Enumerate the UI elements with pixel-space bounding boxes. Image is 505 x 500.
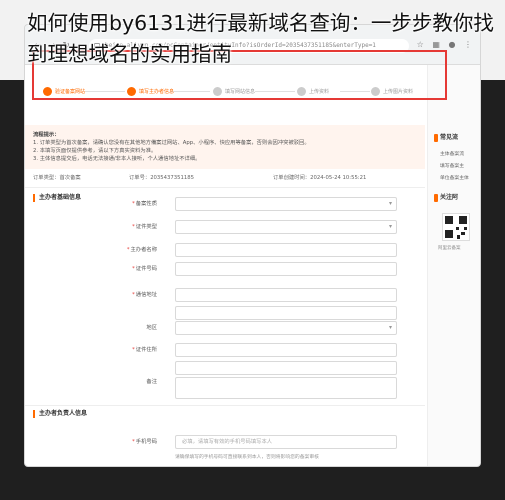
right-sidebar: 常见流 主体备案流 填写备案主 单位备案主体 关注阿 阿里云备案 [427,65,480,466]
notice-title: 流程提示： [33,132,60,138]
faq-link[interactable]: 主体备案流 [440,151,464,159]
filing-nature-select[interactable] [175,197,397,211]
cert-address-detail-input[interactable] [175,361,397,375]
divider [25,405,425,406]
sponsor-name-input[interactable] [175,243,397,257]
faq-link[interactable]: 填写备案主 [440,163,464,171]
profile-icon[interactable]: ● [448,40,455,49]
star-icon[interactable]: ☆ [417,40,424,49]
address-bar-text: beian.aliyun.com/pcContainer/entityInfo?… [105,42,376,49]
order-type: 订单类型：首次备案 [33,175,81,181]
form-label: *证件号码 [132,266,157,272]
lock-icon [94,43,100,49]
address-input[interactable] [175,288,397,302]
remark-textarea[interactable] [175,377,397,399]
highlight-box [32,50,447,100]
form-label: *备案性质 [132,201,157,207]
form-label: 备注 [146,379,157,385]
notice-line: 2. 本填写页面仅提供参考，请以下方真实资料为准。 [33,148,157,154]
form-label: *通信地址 [132,292,157,298]
phone-input[interactable]: 必填，请填写有效的手机号码填写本人 [175,435,397,449]
order-info: 订单类型：首次备案 订单号：2035437351185 订单创建时间：2024-… [25,171,425,185]
form-label: *证件类型 [132,224,157,230]
cert-address-input[interactable] [175,343,397,357]
follow-title: 关注阿 [433,194,459,202]
qr-code-image [442,213,470,241]
extensions-icon[interactable]: ▦ [432,40,440,49]
cert-type-select[interactable] [175,220,397,234]
process-notice: 流程提示： 1. 订单类型为首次备案，请确认您没有在其他地方備案过网站、App、… [25,125,425,169]
notice-line: 3. 主体信息提交后，电话无法接通/非本人接听，个人通信地址不详细。 [33,156,201,162]
divider [25,187,425,188]
section-title-contact: 主办者负责人信息 [33,409,233,419]
faq-link[interactable]: 单位备案主体 [440,175,469,183]
order-number: 订单号：2035437351185 [129,175,194,181]
phone-hint: 请确保填写的手机号码可直接联系到本人，否则将影响您的备案审核 [175,455,319,460]
browser-icons: ☆ ▦ ● ⋮ [411,40,472,49]
menu-icon[interactable]: ⋮ [464,40,472,49]
qr-caption: 阿里云备案 [438,246,461,251]
form-label: *主办者名称 [126,247,157,253]
notice-line: 1. 订单类型为首次备案，请确认您没有在其他地方備案过网站、App、小程序、快应… [33,140,310,146]
region-select[interactable] [175,321,397,335]
cert-number-input[interactable] [175,262,397,276]
address-detail-input[interactable] [175,306,397,320]
form-label: *手机号码 [132,439,157,445]
order-created: 订单创建时间：2024-05-24 10:55:21 [273,175,367,181]
faq-title: 常见流 [433,134,459,142]
form-label: *证件住所 [132,347,157,353]
form-label: 地区 [146,325,157,331]
